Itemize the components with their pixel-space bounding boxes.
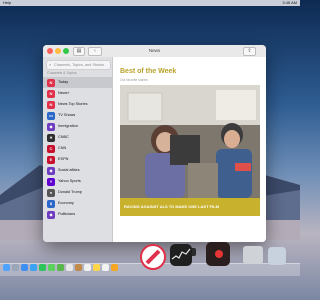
safari-icon[interactable] <box>21 264 28 271</box>
stocks-icon[interactable] <box>170 244 192 266</box>
sidebar-item-label: News+ <box>58 91 70 95</box>
news-window: ▤ ‹ News ⇪ ⌕ Channels, Topics, and Stori… <box>43 45 266 242</box>
sidebar-item-news-plus[interactable]: N News+ <box>43 88 112 99</box>
sidebar-item-label: Immigration <box>58 124 78 128</box>
tv-icon: ▭ <box>47 111 55 120</box>
news-app-icon[interactable] <box>140 244 166 270</box>
app-menu-help[interactable]: Help <box>3 0 11 6</box>
immigration-icon: ◆ <box>47 122 55 131</box>
person-icon: ● <box>47 188 55 197</box>
menu-bar: Help 3:45 AM <box>0 0 300 6</box>
page-subtitle: Our favorite stories <box>120 78 148 82</box>
hero-headline: RACING AGAINST ALS TO MAKE ONE LAST FILM <box>124 204 219 209</box>
hero-story-image[interactable] <box>120 85 260 198</box>
section-header: Channels & Topics <box>47 71 77 75</box>
facetime-icon[interactable] <box>39 264 46 271</box>
sidebar-item-politicians[interactable]: ◆ Politicians <box>43 209 112 220</box>
search-field[interactable]: ⌕ Channels, Topics, and Stories <box>46 60 111 70</box>
notes-small-icon[interactable] <box>93 264 100 271</box>
sidebar-item-immigration[interactable]: ◆ Immigration <box>43 121 112 132</box>
sidebar-item-cnn[interactable]: C CNN <box>43 143 112 154</box>
search-placeholder: Channels, Topics, and Stories <box>54 63 105 67</box>
yahoo-icon: Y <box>47 177 55 186</box>
share-button[interactable]: ⇪ <box>243 47 256 56</box>
sidebar-item-label: Today <box>58 80 69 84</box>
sidebar-item-social-affairs[interactable]: ◆ Social affairs <box>43 165 112 176</box>
sidebar-item-label: ESPN <box>58 157 69 161</box>
maps-icon[interactable] <box>57 264 64 271</box>
hero-photo <box>120 85 260 198</box>
hero-caption[interactable]: RACING AGAINST ALS TO MAKE ONE LAST FILM <box>120 198 260 216</box>
contacts-icon[interactable] <box>75 264 82 271</box>
sidebar: ⌕ Channels, Topics, and Stories Channels… <box>43 57 113 242</box>
sidebar-item-tv-shows[interactable]: ▭ TV Shows <box>43 110 112 121</box>
launchpad-icon[interactable] <box>12 264 19 271</box>
sidebar-item-label: Social affairs <box>58 168 80 172</box>
cnbc-icon: ✶ <box>47 133 55 142</box>
sidebar-item-label: CNBC <box>58 135 69 139</box>
window-title: News <box>148 48 161 53</box>
sidebar-item-cnbc[interactable]: ✶ CNBC <box>43 132 112 143</box>
sidebar-item-donald-trump[interactable]: ● Donald Trump <box>43 187 112 198</box>
search-icon: ⌕ <box>49 63 52 67</box>
cnn-icon: C <box>47 144 55 153</box>
sidebar-item-label: Donald Trump <box>58 190 82 194</box>
espn-icon: E <box>47 155 55 164</box>
sidebar-item-top-stories[interactable]: N News Top Stories <box>43 99 112 110</box>
record-icon <box>215 250 223 258</box>
economy-icon: $ <box>47 199 55 208</box>
news-plus-icon: N <box>47 89 55 98</box>
sidebar-item-today[interactable]: N Today <box>43 77 112 88</box>
page-title: Best of the Week <box>120 68 177 75</box>
menu-clock[interactable]: 3:45 AM <box>282 0 297 6</box>
finder-icon[interactable] <box>3 264 10 271</box>
sidebar-item-label: Economy <box>58 201 74 205</box>
books-icon[interactable] <box>111 264 118 271</box>
sidebar-item-yahoo-sports[interactable]: Y Yahoo Sports <box>43 176 112 187</box>
sidebar-item-espn[interactable]: E ESPN <box>43 154 112 165</box>
reminders-icon[interactable] <box>102 264 109 271</box>
sidebar-item-economy[interactable]: $ Economy <box>43 198 112 209</box>
sidebar-item-label: TV Shows <box>58 113 76 117</box>
stocks-glyph-icon <box>171 248 191 260</box>
today-icon: N <box>47 78 55 87</box>
messages-icon[interactable] <box>48 264 55 271</box>
calendar-icon[interactable] <box>84 264 91 271</box>
sidebar-item-label: Politicians <box>58 212 76 216</box>
social-icon: ◆ <box>47 166 55 175</box>
mail-icon[interactable] <box>30 264 37 271</box>
news-glyph-icon <box>145 249 161 265</box>
sidebar-item-label: Yahoo Sports <box>58 179 81 183</box>
photos-icon[interactable] <box>66 264 73 271</box>
sidebar-item-label: News Top Stories <box>58 102 88 106</box>
main-content: Best of the Week Our favorite stories RA… <box>113 57 266 242</box>
voice-memos-icon[interactable] <box>206 242 230 266</box>
preview-icon[interactable] <box>243 246 263 264</box>
sidebar-item-label: CNN <box>58 146 67 150</box>
trash-icon[interactable] <box>268 247 286 265</box>
top-stories-icon: N <box>47 100 55 109</box>
politicians-icon: ◆ <box>47 210 55 219</box>
